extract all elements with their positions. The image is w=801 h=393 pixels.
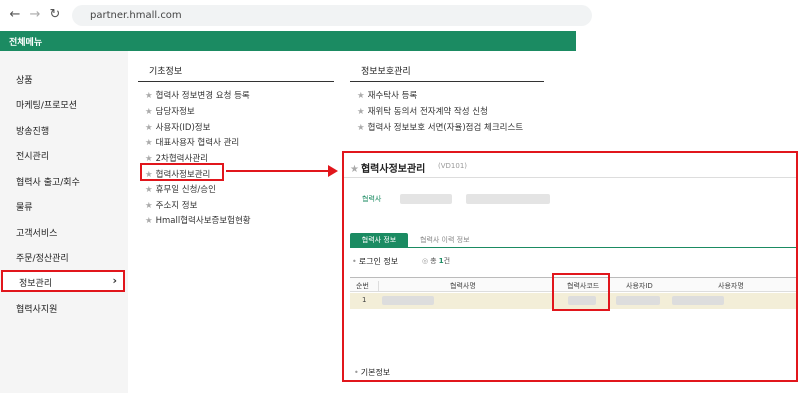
menu-item[interactable]: ★ 담당자정보 [145, 105, 195, 117]
sidebar-item-customer-service[interactable]: 고객서비스 [16, 226, 57, 239]
sidebar-item-partner-support[interactable]: 협력사지원 [16, 302, 57, 315]
star-icon: ★ [145, 138, 153, 148]
url-bar[interactable]: partner.hmall.com [72, 5, 592, 26]
tab-partner-history[interactable]: 협력사 이력 정보 [420, 235, 470, 245]
partner-label: 협력사 [362, 195, 382, 203]
panel-title: ★ 협력사정보관리 [350, 164, 426, 175]
basic-info-heading: • 기본정보 [354, 368, 391, 377]
sidebar-item-broadcast[interactable]: 방송진행 [16, 124, 49, 137]
col-seq: 순번 [356, 282, 369, 290]
tab-partner-info[interactable]: 협력사 정보 [350, 233, 408, 247]
chevron-right-icon: › [112, 274, 117, 287]
sidebar-item-order-settlement[interactable]: 주문/정산관리 [16, 251, 69, 264]
sidebar-item-display[interactable]: 전시관리 [16, 149, 49, 162]
star-icon: ★ [145, 107, 153, 117]
url-text[interactable]: partner.hmall.com [90, 10, 182, 21]
forward-icon[interactable]: → [26, 7, 44, 22]
star-icon: ★ [145, 185, 153, 195]
col-partner-name: 협력사명 [450, 282, 476, 290]
login-info-heading: • 로그인 정보 [352, 257, 399, 266]
record-count: ◎ 총 1건 [422, 257, 451, 265]
sidebar-item-label: 정보관리 [19, 279, 53, 289]
annotation-arrow [226, 170, 332, 172]
blurred-text [382, 296, 434, 305]
sidebar-item-marketing[interactable]: 마케팅/프로모션 [16, 98, 77, 111]
blurred-text [466, 194, 550, 204]
menu-item[interactable]: ★ 대표사용자 협력사 관리 [145, 136, 239, 148]
basic-info-title: 기초정보 [138, 56, 334, 82]
reload-icon[interactable]: ↻ [46, 7, 64, 22]
sidebar-item-logistics[interactable]: 물류 [16, 200, 33, 213]
browser-toolbar: ← → ↻ partner.hmall.com [0, 0, 801, 30]
sidebar-item-product[interactable]: 상품 [16, 73, 33, 86]
cell-seq: 1 [362, 296, 367, 304]
tab-underline [350, 247, 796, 248]
menu-item[interactable]: ★ 사용자(ID)정보 [145, 121, 210, 133]
menu-item[interactable]: ★ Hmall협력사보증보험현황 [145, 214, 251, 226]
star-icon: ★ [145, 201, 153, 211]
privacy-title: 정보보호관리 [350, 56, 544, 82]
star-icon: ★ [145, 123, 153, 133]
menu-item[interactable]: ★ 휴무일 신청/승인 [145, 183, 216, 195]
partner-info-panel: ★ 협력사정보관리 (VD101) 협력사 협력사 정보 협력사 이력 정보 • 로… [342, 151, 798, 382]
blurred-text [400, 194, 452, 204]
sidebar-item-info-management[interactable]: 정보관리 › [1, 270, 125, 292]
col-user-name: 사용자명 [718, 282, 744, 290]
menu-item[interactable]: ★ 협력사 정보변경 요청 등록 [145, 89, 250, 101]
highlight-box [140, 163, 224, 181]
back-icon[interactable]: ← [6, 7, 24, 22]
all-menu-header[interactable]: 전체메뉴 [0, 31, 576, 51]
sidebar-item-shipping[interactable]: 협력사 출고/회수 [16, 175, 80, 188]
star-icon[interactable]: ★ [350, 164, 359, 175]
star-icon: ★ [145, 91, 153, 101]
menu-item[interactable]: ★ 재위탁 동의서 전자계약 작성 신청 [357, 105, 488, 117]
col-user-id: 사용자ID [626, 282, 653, 290]
blurred-text [672, 296, 724, 305]
blurred-text [616, 296, 660, 305]
screen-code: (VD101) [438, 162, 468, 170]
star-icon: ★ [145, 216, 153, 226]
all-menu-label: 전체메뉴 [9, 38, 43, 48]
star-icon: ★ [357, 107, 365, 117]
menu-item[interactable]: ★ 주소지 정보 [145, 199, 197, 211]
arrowhead-icon [328, 165, 338, 177]
star-icon: ★ [357, 123, 365, 133]
sidebar: 상품 마케팅/프로모션 방송진행 전시관리 협력사 출고/회수 물류 고객서비스… [0, 51, 128, 393]
menu-item[interactable]: ★ 재수탁사 등록 [357, 89, 417, 101]
menu-item[interactable]: ★ 협력사 정보보호 서면(자율)점검 체크리스트 [357, 121, 523, 133]
star-icon: ★ [357, 91, 365, 101]
partner-code-highlight [552, 273, 610, 311]
divider [344, 177, 796, 178]
